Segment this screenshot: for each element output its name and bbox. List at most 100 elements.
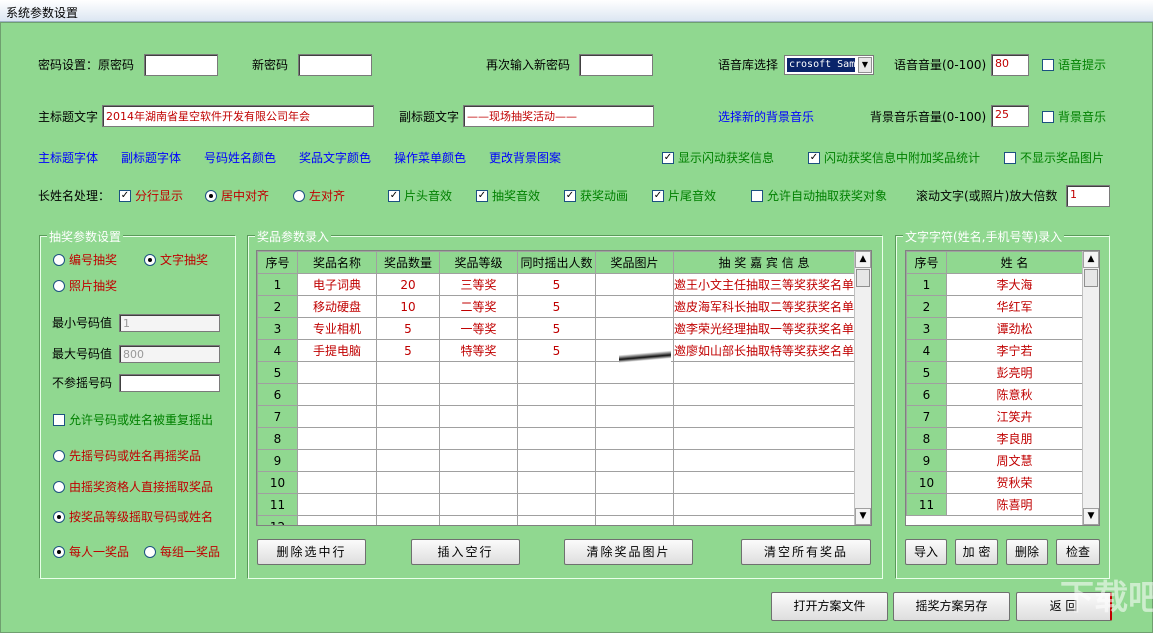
prize-cell[interactable] <box>672 383 856 406</box>
name-cell[interactable]: 4 <box>906 339 947 362</box>
prize-cell[interactable] <box>672 427 856 450</box>
table-row[interactable]: 12 <box>257 515 856 525</box>
table-row[interactable]: 9 周文慧 <box>906 449 1083 472</box>
prize-cell[interactable] <box>439 383 518 406</box>
delete-name-button[interactable]: 删除 <box>1006 539 1048 565</box>
prize-cell[interactable]: 5 <box>517 273 596 296</box>
text-draw-radio[interactable] <box>144 254 156 266</box>
prize-cell[interactable] <box>672 515 856 525</box>
menu-color-link[interactable]: 操作菜单颜色 <box>394 150 466 166</box>
split-display-checkbox[interactable]: ✓ <box>119 190 131 202</box>
prize-cell[interactable]: 10 <box>257 471 298 494</box>
voice-volume-input[interactable]: 80 <box>991 54 1029 76</box>
prize-cell[interactable] <box>297 361 377 384</box>
name-table[interactable]: 序号姓 名 1 李大海 2 华红军 3 谭劲松 4 李宁若 5 彭亮明 6 陈意秋 7 江笑卉 8 李良朋 9 周… <box>905 250 1100 526</box>
name-cell[interactable]: 李良朋 <box>946 427 1083 450</box>
head-sound-checkbox[interactable]: ✓ <box>388 190 400 202</box>
name-cell[interactable]: 3 <box>906 317 947 340</box>
prize-cell[interactable]: 4 <box>257 339 298 362</box>
prize-cell[interactable]: 5 <box>376 339 440 362</box>
prize-cell[interactable] <box>672 493 856 516</box>
prize-cell[interactable] <box>376 383 440 406</box>
scroll-down-icon[interactable]: ▼ <box>1083 508 1099 525</box>
prize-cell[interactable] <box>595 427 674 450</box>
table-row[interactable]: 7 江笑卉 <box>906 405 1083 428</box>
table-row[interactable]: 10 <box>257 471 856 494</box>
prize-cell[interactable] <box>517 383 596 406</box>
prize-cell[interactable] <box>595 273 674 296</box>
draw-sound-checkbox[interactable]: ✓ <box>476 190 488 202</box>
table-row[interactable]: 4 李宁若 <box>906 339 1083 362</box>
prize-cell[interactable]: 10 <box>376 295 440 318</box>
name-table-scrollbar[interactable]: ▲ ▼ <box>1082 251 1099 525</box>
import-button[interactable]: 导入 <box>905 539 947 565</box>
voice-tip-checkbox[interactable] <box>1042 59 1054 71</box>
auto-draw-checkbox[interactable] <box>751 190 763 202</box>
prize-cell[interactable]: 移动硬盘 <box>297 295 377 318</box>
prize-cell[interactable]: 电子词典 <box>297 273 377 296</box>
prize-text-color-link[interactable]: 奖品文字颜色 <box>299 150 371 166</box>
name-cell[interactable]: 11 <box>906 493 947 516</box>
prize-cell[interactable]: 5 <box>517 295 596 318</box>
table-row[interactable]: 8 <box>257 427 856 450</box>
prize-cell[interactable] <box>439 515 518 525</box>
save-plan-as-button[interactable]: 摇奖方案另存 <box>893 592 1010 621</box>
prize-cell[interactable] <box>297 405 377 428</box>
prize-cell[interactable]: 11 <box>257 493 298 516</box>
prize-cell[interactable]: 特等奖 <box>439 339 518 362</box>
prize-cell[interactable]: 8 <box>257 427 298 450</box>
new-password-input[interactable] <box>298 54 372 76</box>
prize-cell[interactable] <box>297 515 377 525</box>
delete-selected-row-button[interactable]: 删除选中行 <box>257 539 366 565</box>
prize-cell[interactable]: 6 <box>257 383 298 406</box>
scroll-magnify-input[interactable]: 1 <box>1066 185 1110 207</box>
main-title-font-link[interactable]: 主标题字体 <box>38 150 98 166</box>
name-cell[interactable]: 5 <box>906 361 947 384</box>
bg-music-checkbox[interactable] <box>1042 111 1054 123</box>
name-cell[interactable]: 1 <box>906 273 947 296</box>
name-cell[interactable]: 7 <box>906 405 947 428</box>
table-row[interactable]: 7 <box>257 405 856 428</box>
scroll-up-icon[interactable]: ▲ <box>855 251 871 268</box>
original-password-input[interactable] <box>144 54 218 76</box>
name-cell[interactable]: 6 <box>906 383 947 406</box>
main-title-input[interactable]: 2014年湖南省星空软件开发有限公司年会 <box>102 105 374 127</box>
table-row[interactable]: 5 <box>257 361 856 384</box>
prize-cell[interactable] <box>517 405 596 428</box>
table-row[interactable]: 10 贺秋荣 <box>906 471 1083 494</box>
prize-cell[interactable]: 2 <box>257 295 298 318</box>
prize-cell[interactable] <box>595 383 674 406</box>
prize-cell[interactable] <box>376 405 440 428</box>
name-cell[interactable]: 谭劲松 <box>946 317 1083 340</box>
scroll-up-icon[interactable]: ▲ <box>1083 251 1099 268</box>
number-draw-radio[interactable] <box>53 254 65 266</box>
prize-cell[interactable] <box>672 405 856 428</box>
win-animation-checkbox[interactable]: ✓ <box>564 190 576 202</box>
prize-cell[interactable] <box>672 471 856 494</box>
chevron-down-icon[interactable]: ▼ <box>858 57 872 73</box>
table-row[interactable]: 3 谭劲松 <box>906 317 1083 340</box>
sub-title-font-link[interactable]: 副标题字体 <box>121 150 181 166</box>
prize-cell[interactable]: 5 <box>517 317 596 340</box>
table-row[interactable]: 11 <box>257 493 856 516</box>
photo-draw-radio[interactable] <box>53 280 65 292</box>
prize-cell[interactable] <box>517 361 596 384</box>
show-flash-checkbox[interactable]: ✓ <box>662 152 674 164</box>
prize-cell[interactable] <box>376 361 440 384</box>
table-row[interactable]: 1 李大海 <box>906 273 1083 296</box>
prize-cell[interactable] <box>297 471 377 494</box>
prize-cell[interactable]: 5 <box>517 339 596 362</box>
prize-cell[interactable] <box>517 449 596 472</box>
prize-cell[interactable]: 二等奖 <box>439 295 518 318</box>
table-row[interactable]: 1 电子词典 20 三等奖 5 邀王小文主任抽取三等奖获奖名单 <box>257 273 856 296</box>
name-cell[interactable]: 李宁若 <box>946 339 1083 362</box>
name-cell[interactable]: 贺秋荣 <box>946 471 1083 494</box>
mode3-radio[interactable] <box>53 511 65 523</box>
prize-cell[interactable] <box>595 361 674 384</box>
name-cell[interactable]: 8 <box>906 427 947 450</box>
prize-cell[interactable] <box>595 471 674 494</box>
name-cell[interactable]: 10 <box>906 471 947 494</box>
table-row[interactable]: 8 李良朋 <box>906 427 1083 450</box>
voice-library-select[interactable]: crosoft Sam ▼ <box>784 55 874 75</box>
left-align-radio[interactable] <box>293 190 305 202</box>
